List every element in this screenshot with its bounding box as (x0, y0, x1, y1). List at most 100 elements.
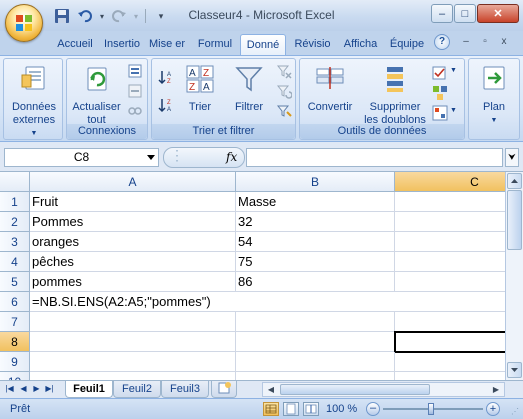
insert-sheet-button[interactable] (211, 381, 237, 398)
cell-b1[interactable]: Masse (236, 192, 395, 212)
insert-function-icon[interactable]: fx (226, 150, 237, 164)
cell-b8[interactable] (236, 332, 395, 352)
cell-c10[interactable] (395, 372, 505, 380)
worksheet-grid[interactable]: A B C 1 2 3 4 5 6 7 8 9 10 Fruit Masse P… (0, 172, 505, 380)
tab-accueil[interactable]: Accueil (50, 34, 100, 55)
data-validation-icon[interactable] (432, 65, 448, 81)
scroll-up-button[interactable] (507, 173, 522, 189)
cell-b3[interactable]: 54 (236, 232, 395, 252)
sheet-tab-feuil3[interactable]: Feuil3 (161, 381, 209, 398)
properties-icon[interactable] (127, 83, 143, 99)
tab-affichage[interactable]: Afficha (338, 34, 383, 55)
scroll-right-icon[interactable]: ▶ (489, 384, 503, 395)
cell-b2[interactable]: 32 (236, 212, 395, 232)
cell-a7[interactable] (30, 312, 236, 332)
consolidate-icon[interactable] (432, 85, 448, 101)
help-icon[interactable]: ? (434, 34, 450, 50)
horizontal-scroll-thumb[interactable] (280, 384, 430, 395)
column-header-b[interactable]: B (236, 172, 395, 192)
chevron-down-icon[interactable]: ▼ (450, 67, 457, 74)
cell-c3[interactable] (395, 232, 505, 252)
cell-b5[interactable]: 86 (236, 272, 395, 292)
select-all-corner[interactable] (0, 172, 30, 192)
cell-b7[interactable] (236, 312, 395, 332)
row-header-3[interactable]: 3 (0, 232, 30, 252)
cell-a2[interactable]: Pommes (30, 212, 236, 232)
cell-b10[interactable] (236, 372, 395, 380)
cell-a3[interactable]: oranges (30, 232, 236, 252)
vertical-scrollbar[interactable] (505, 172, 523, 380)
workbook-restore-icon[interactable]: ▫ (478, 36, 492, 48)
cell-c9[interactable] (395, 352, 505, 372)
prev-sheet-icon[interactable]: ◀ (18, 383, 29, 395)
convertir-button[interactable]: Convertir (302, 63, 358, 114)
row-header-10[interactable]: 10 (0, 372, 30, 380)
chevron-down-icon[interactable]: ▼ (450, 107, 457, 114)
column-header-a[interactable]: A (30, 172, 236, 192)
cell-c2[interactable] (395, 212, 505, 232)
cell-a10[interactable] (30, 372, 236, 380)
maximize-window-button[interactable]: □ (454, 4, 476, 23)
page-layout-view-button[interactable] (283, 402, 299, 416)
cell-a9[interactable] (30, 352, 236, 372)
zoom-out-button[interactable]: – (366, 402, 380, 416)
row-header-8[interactable]: 8 (0, 332, 30, 352)
office-button[interactable] (5, 4, 43, 42)
expand-formula-bar-icon[interactable]: ⮟ (505, 148, 519, 167)
cell-c5[interactable] (395, 272, 505, 292)
resize-grip-icon[interactable]: ⋰ (511, 407, 521, 417)
row-header-2[interactable]: 2 (0, 212, 30, 232)
name-box-dropdown-icon[interactable] (147, 155, 155, 160)
tab-equipe[interactable]: Équipe (385, 34, 429, 55)
first-sheet-icon[interactable]: |◀ (4, 383, 15, 395)
cell-a1[interactable]: Fruit (30, 192, 236, 212)
cell-c8-active[interactable] (394, 331, 505, 353)
plan-button[interactable]: Plan ▼ (471, 63, 517, 127)
edit-links-icon[interactable] (127, 103, 143, 119)
next-sheet-icon[interactable]: ▶ (31, 383, 42, 395)
name-box[interactable]: C8 (4, 148, 159, 167)
sort-a-z-icon[interactable]: AZ (158, 69, 174, 85)
tab-revision[interactable]: Révisio (289, 34, 336, 55)
filtrer-button[interactable]: Filtrer (228, 63, 270, 114)
row-header-6[interactable]: 6 (0, 292, 30, 312)
cell-b4[interactable]: 75 (236, 252, 395, 272)
tab-formules[interactable]: Formul (192, 34, 238, 55)
last-sheet-icon[interactable]: ▶| (44, 383, 55, 395)
page-break-view-button[interactable] (303, 402, 319, 416)
cell-c6[interactable] (395, 292, 505, 312)
trier-button[interactable]: A Z Z A Trier (180, 63, 220, 114)
cell-c4[interactable] (395, 252, 505, 272)
what-if-analysis-icon[interactable] (432, 105, 448, 121)
tab-insertion[interactable]: Insertio (100, 34, 144, 55)
scroll-left-icon[interactable]: ◀ (264, 384, 278, 395)
clear-filter-icon[interactable] (276, 63, 292, 79)
cell-a6[interactable]: =NB.SI.ENS(A2:A5;"pommes") (30, 292, 395, 312)
advanced-filter-icon[interactable] (276, 103, 292, 119)
row-header-9[interactable]: 9 (0, 352, 30, 372)
scroll-down-button[interactable] (507, 362, 522, 378)
row-header-7[interactable]: 7 (0, 312, 30, 332)
cell-a4[interactable]: pêches (30, 252, 236, 272)
sheet-tab-feuil1[interactable]: Feuil1 (65, 381, 113, 398)
zoom-level[interactable]: 100 % (326, 403, 357, 415)
reapply-filter-icon[interactable] (276, 83, 292, 99)
sheet-tab-feuil2[interactable]: Feuil2 (113, 381, 161, 398)
cell-c1[interactable] (395, 192, 505, 212)
row-header-4[interactable]: 4 (0, 252, 30, 272)
cell-a5[interactable]: pommes (30, 272, 236, 292)
tab-donnees[interactable]: Donné (240, 34, 286, 56)
actualiser-tout-button[interactable]: Actualiser tout (69, 63, 124, 127)
cell-c7[interactable] (395, 312, 505, 332)
cell-a8[interactable] (30, 332, 236, 352)
donnees-externes-button[interactable]: Données externes ▼ (6, 63, 62, 140)
normal-view-button[interactable] (263, 402, 279, 416)
zoom-slider-thumb[interactable] (428, 403, 434, 415)
row-header-1[interactable]: 1 (0, 192, 30, 212)
workbook-minimize-icon[interactable]: – (459, 36, 473, 48)
column-header-c[interactable]: C (395, 172, 505, 192)
tab-mise-en-page[interactable]: Mise er (145, 34, 189, 55)
workbook-close-icon[interactable]: x (497, 36, 511, 48)
zoom-in-button[interactable]: + (486, 402, 500, 416)
horizontal-scrollbar[interactable]: ◀ ▶ (262, 382, 505, 397)
